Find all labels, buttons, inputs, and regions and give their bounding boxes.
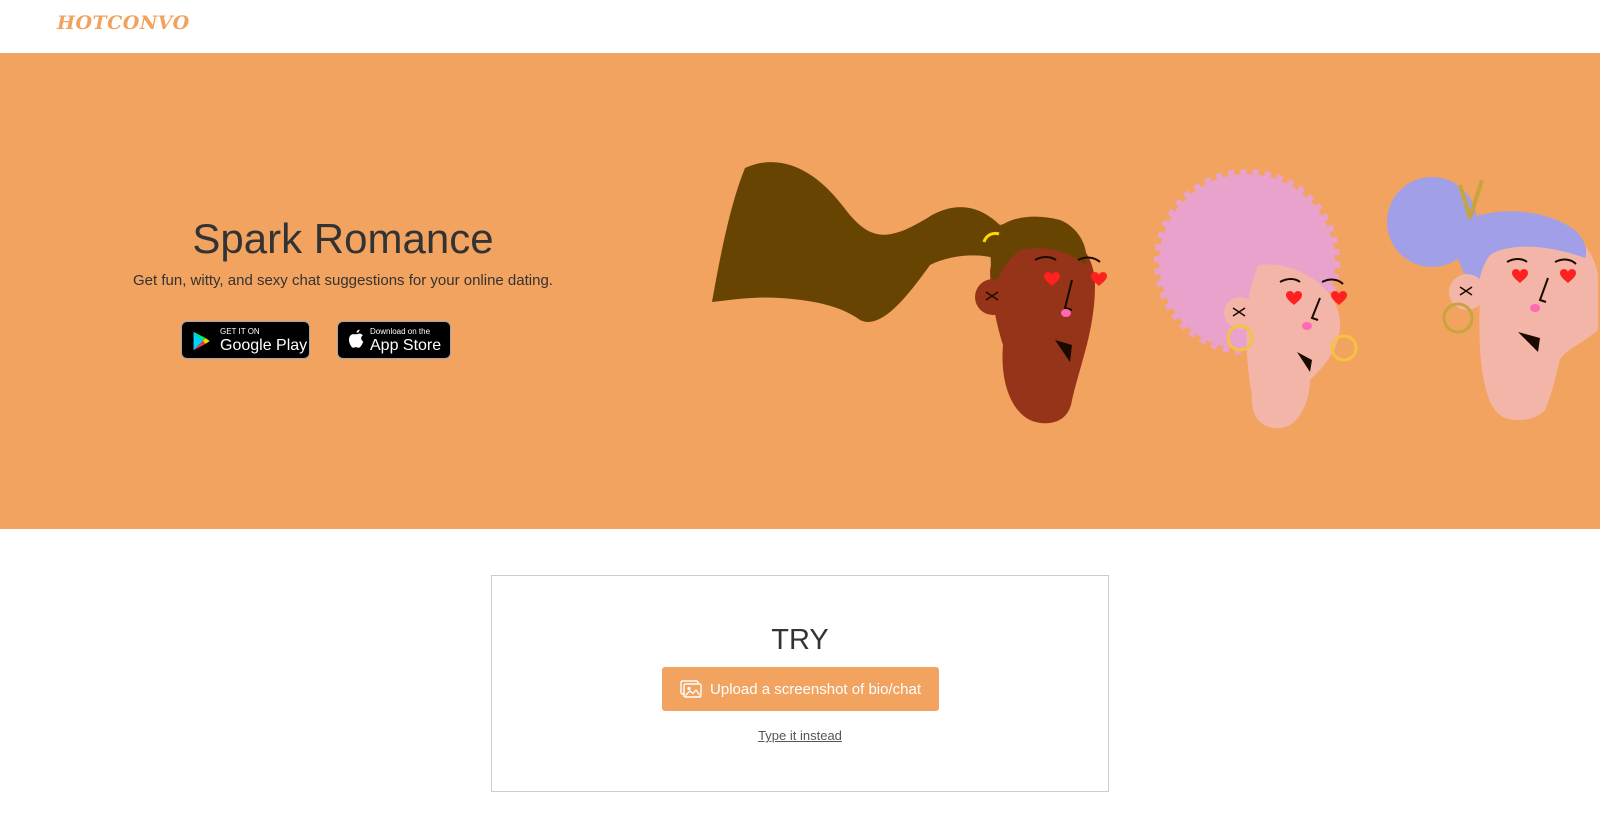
top-navbar: HOTCONVO bbox=[0, 0, 1600, 54]
woman-3-figure bbox=[1387, 177, 1598, 421]
apple-badge-small-text: Download on the bbox=[370, 327, 431, 336]
apple-badge-big-text: App Store bbox=[370, 337, 442, 354]
three-women-heart-eyes-illustration bbox=[712, 162, 1598, 429]
brand-logo[interactable]: HOTCONVO bbox=[57, 12, 190, 34]
hero-title: Spark Romance bbox=[192, 215, 494, 262]
apple-icon bbox=[348, 329, 364, 348]
google-badge-small-text: GET IT ON bbox=[220, 327, 260, 336]
hero-subtitle: Get fun, witty, and sexy chat suggestion… bbox=[133, 272, 553, 289]
google-play-badge[interactable]: GET IT ON Google Play bbox=[181, 321, 310, 359]
type-instead-container: Type it instead bbox=[492, 728, 1108, 743]
woman-2-figure bbox=[1154, 169, 1358, 429]
woman-1-figure bbox=[712, 162, 1107, 424]
image-upload-icon bbox=[680, 680, 702, 698]
google-play-icon bbox=[193, 331, 210, 351]
upload-screenshot-button[interactable]: Upload a screenshot of bio/chat bbox=[662, 667, 939, 711]
try-card: TRY Upload a screenshot of bio/chat Type… bbox=[491, 575, 1109, 792]
upload-button-label: Upload a screenshot of bio/chat bbox=[710, 680, 921, 698]
app-store-badge[interactable]: Download on the App Store bbox=[337, 321, 451, 359]
google-badge-big-text: Google Play bbox=[220, 337, 308, 354]
type-instead-link[interactable]: Type it instead bbox=[758, 728, 842, 743]
try-title: TRY bbox=[771, 624, 829, 656]
